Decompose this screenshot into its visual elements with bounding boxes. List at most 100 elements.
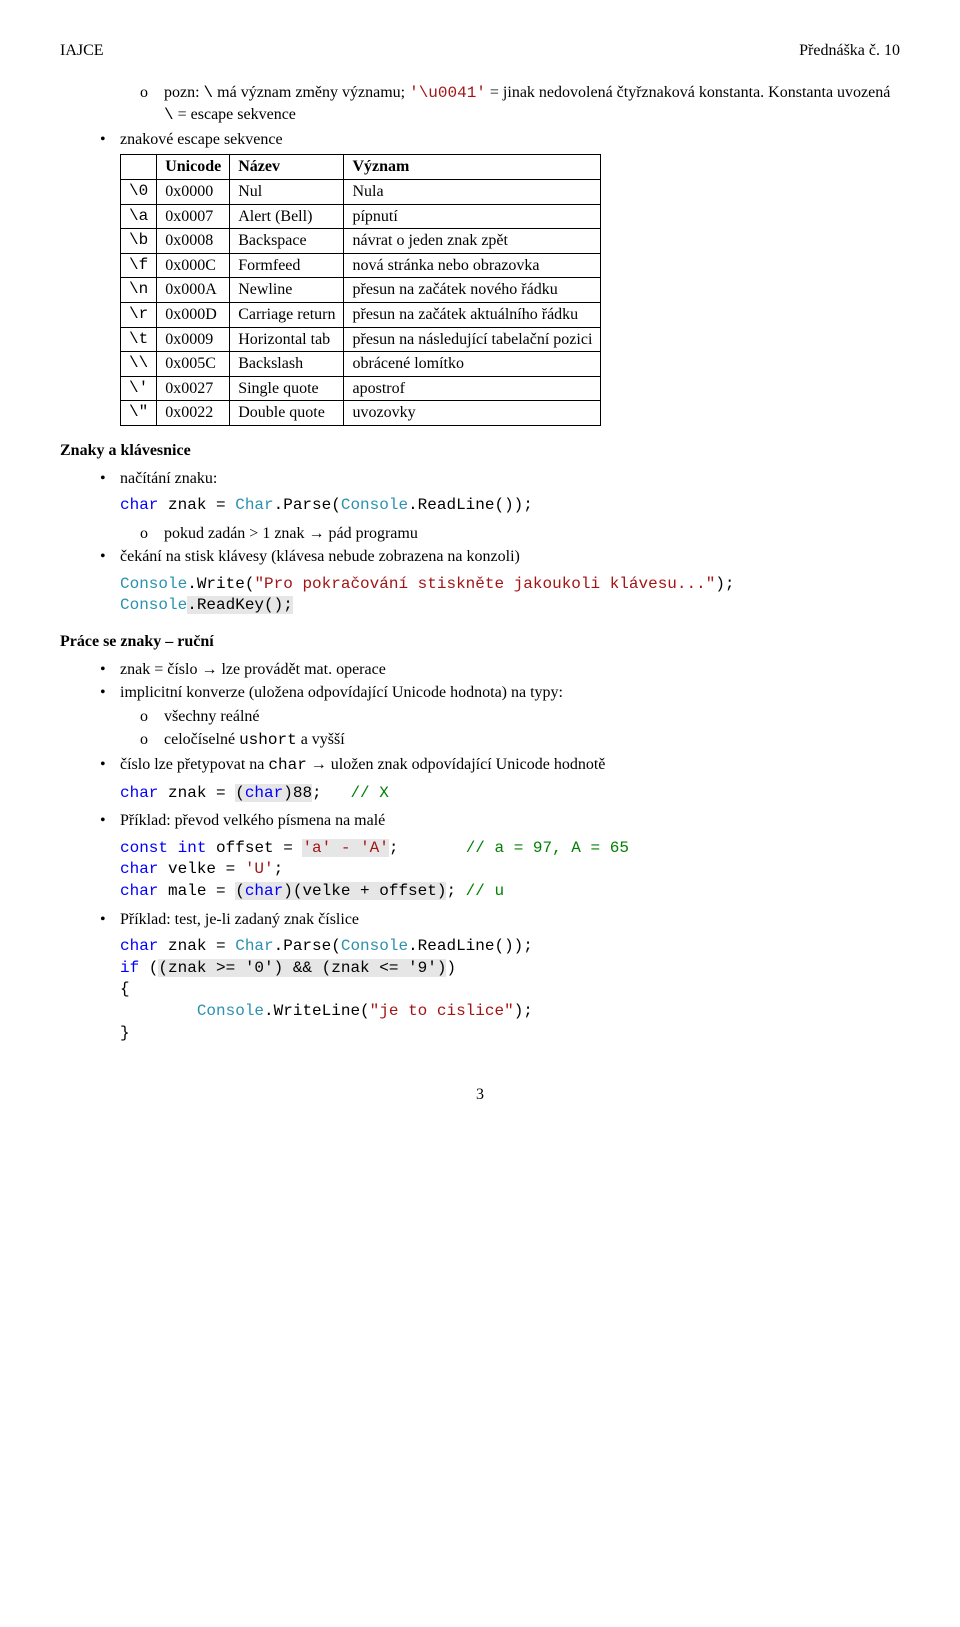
kw: const (120, 839, 168, 857)
cell: 0x000D (157, 302, 230, 327)
code-text: ; (446, 882, 465, 900)
highlighted-code: (znak >= '0') && (znak <= '9') (158, 959, 446, 977)
cell: Double quote (230, 401, 344, 426)
intro-text: pozn: \ má význam změny významu; '\u0041… (164, 82, 900, 127)
cell: apostrof (344, 376, 601, 401)
sub-bullet-text: pokud zadán > 1 znak → pád programu (164, 523, 418, 545)
cell: Horizontal tab (230, 327, 344, 352)
table-row: \00x0000NulNula (121, 179, 601, 204)
th-blank (121, 155, 157, 180)
bullet-icon: • (100, 682, 120, 704)
kw: char (120, 937, 158, 955)
code-text: .Write( (187, 575, 254, 593)
highlighted-code: )(velke + offset) (283, 882, 446, 900)
class-name: Console (120, 596, 187, 614)
string-literal: "je to cislice" (370, 1002, 514, 1020)
table-row: \"0x0022Double quoteuvozovky (121, 401, 601, 426)
table-row: \n0x000ANewlinepřesun na začátek nového … (121, 278, 601, 303)
code-text: znak = (158, 496, 235, 514)
bullet-example-upper: • Příklad: převod velkého písmena na mal… (100, 810, 900, 832)
sub-bullet-text: celočíselné ushort a vyšší (164, 729, 345, 752)
mono-span: '\u0041' (409, 84, 486, 102)
class-name: Char (235, 937, 273, 955)
code-read-char: char znak = Char.Parse(Console.ReadLine(… (120, 495, 900, 517)
text-span: má význam změny významu; (213, 84, 409, 101)
bullet-icon: • (100, 659, 120, 681)
bullet-example-digit: • Příklad: test, je-li zadaný znak čísli… (100, 909, 900, 931)
kw: char (120, 860, 158, 878)
bullet-icon: • (100, 129, 120, 151)
bullet-text: načítání znaku: (120, 468, 217, 490)
bullet-text: implicitní konverze (uložena odpovídajíc… (120, 682, 563, 704)
cell: uvozovky (344, 401, 601, 426)
code-text: ); (514, 1002, 533, 1020)
sub-bullet-text: všechny reálné (164, 706, 260, 728)
bullet-cast: • číslo lze přetypovat na char → uložen … (100, 754, 900, 777)
code-text: .Parse( (274, 937, 341, 955)
kw: char (120, 882, 158, 900)
cell: \n (121, 278, 157, 303)
table-header-row: Unicode Název Význam (121, 155, 601, 180)
cell: \f (121, 253, 157, 278)
table-row: \r0x000DCarriage returnpřesun na začátek… (121, 302, 601, 327)
cell: pípnutí (344, 204, 601, 229)
cell: Nul (230, 179, 344, 204)
bullet-waitkey: • čekání na stisk klávesy (klávesa nebud… (100, 546, 900, 568)
bullet-text: znak = číslo → lze provádět mat. operace (120, 659, 386, 681)
circle-bullet-icon: o (140, 706, 164, 728)
highlighted-code: )88 (283, 784, 312, 802)
kw: char (245, 784, 283, 802)
circle-bullet-icon: o (140, 523, 164, 545)
section-title-manual: Práce se znaky – ruční (60, 631, 900, 653)
cell: Nula (344, 179, 601, 204)
table-title: znakové escape sekvence (120, 129, 283, 151)
text-span: Konstanta uvozená (768, 84, 890, 101)
bullet-implicit: • implicitní konverze (uložena odpovídaj… (100, 682, 900, 704)
bullet-text: číslo lze přetypovat na char → uložen zn… (120, 754, 605, 777)
code-text: znak = (158, 784, 235, 802)
code-offset: const int offset = 'a' - 'A'; // a = 97,… (120, 838, 900, 903)
class-name: Char (235, 496, 273, 514)
code-text (120, 1002, 197, 1020)
table-row: \\0x005CBackslashobrácené lomítko (121, 352, 601, 377)
cell: nová stránka nebo obrazovka (344, 253, 601, 278)
comment: // a = 97, A = 65 (466, 839, 629, 857)
bullet-text: Příklad: převod velkého písmena na malé (120, 810, 385, 832)
string-literal: "Pro pokračování stiskněte jakoukoli klá… (254, 575, 715, 593)
bullet-text: čekání na stisk klávesy (klávesa nebude … (120, 546, 520, 568)
bullet-icon: • (100, 909, 120, 931)
code-text: .WriteLine( (264, 1002, 370, 1020)
cell: \b (121, 229, 157, 254)
mono-span: char (268, 756, 306, 774)
cell: 0x0027 (157, 376, 230, 401)
circle-bullet-icon: o (140, 729, 164, 752)
bullet-read-char: • načítání znaku: (100, 468, 900, 490)
code-text: znak = (158, 937, 235, 955)
cell: \r (121, 302, 157, 327)
cell: Backslash (230, 352, 344, 377)
bullet-icon: • (100, 754, 120, 777)
cell: 0x000A (157, 278, 230, 303)
text-span: celočíselné (164, 731, 239, 748)
text-span: pozn: (164, 84, 204, 101)
cell: Alert (Bell) (230, 204, 344, 229)
mono-span: \ (164, 106, 174, 124)
cell: \0 (121, 179, 157, 204)
cell: \' (121, 376, 157, 401)
cell: obrácené lomítko (344, 352, 601, 377)
cell: \a (121, 204, 157, 229)
kw: char (245, 882, 283, 900)
highlighted-code: .ReadKey(); (187, 596, 293, 614)
bullet-icon: • (100, 810, 120, 832)
kw: char (120, 784, 158, 802)
highlighted-code: ( (235, 784, 245, 802)
text-span: → uložen znak odpovídající Unicode hodno… (307, 756, 606, 773)
escape-table: Unicode Název Význam \00x0000NulNula \a0… (120, 154, 601, 426)
bullet-char-num: • znak = číslo → lze provádět mat. opera… (100, 659, 900, 681)
class-name: Console (197, 1002, 264, 1020)
comment: // X (350, 784, 388, 802)
text-span: = escape sekvence (174, 106, 296, 123)
code-cast: char znak = (char)88; // X (120, 783, 900, 805)
cell: 0x0007 (157, 204, 230, 229)
bullet-icon: • (100, 468, 120, 490)
